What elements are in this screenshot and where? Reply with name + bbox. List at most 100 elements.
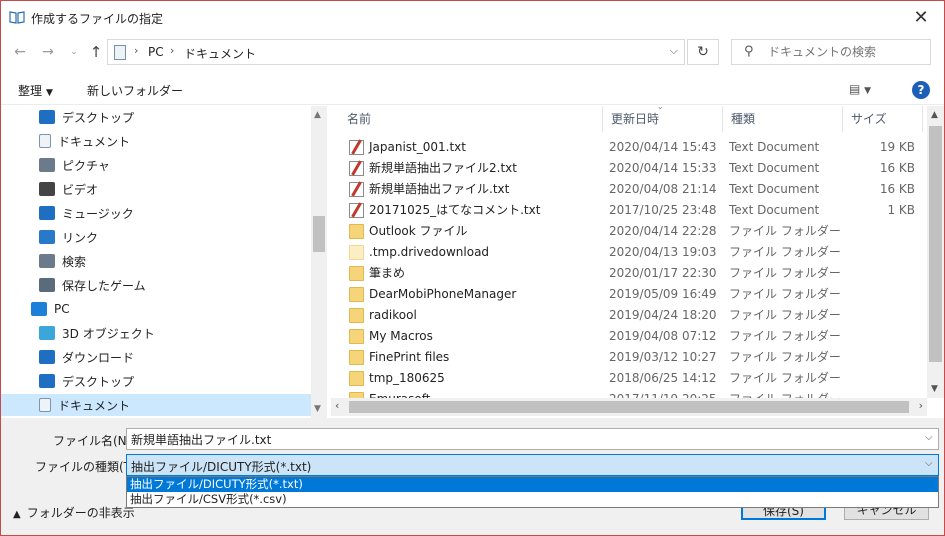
search-icon: ⚲ xyxy=(744,44,754,59)
search-icon xyxy=(39,254,55,268)
hide-folders-button[interactable]: ▲ フォルダーの非表示 xyxy=(13,504,135,521)
file-name: radikool xyxy=(369,308,417,322)
pc-icon xyxy=(31,302,47,316)
nav-item[interactable]: ピクチャ xyxy=(1,154,311,176)
nav-item[interactable]: ビデオ xyxy=(1,178,311,200)
title-bar: 作成するファイルの指定 ✕ xyxy=(1,1,944,33)
nav-item[interactable]: 保存したゲーム xyxy=(1,274,311,296)
file-row[interactable]: DearMobiPhoneManager 2019/05/09 16:49 ファイル… xyxy=(331,284,927,305)
filename-input[interactable]: 新規単語抽出ファイル.txt xyxy=(126,428,939,450)
forward-button[interactable]: → xyxy=(39,43,57,61)
nav-item-label: ミュージック xyxy=(62,206,134,221)
document-icon xyxy=(39,398,51,412)
file-row[interactable]: Emurasoft 2017/11/19 20:25 ファイル フォルダー xyxy=(331,389,927,398)
file-row[interactable]: 20171025_はてなコメント.txt 2017/10/25 23:48 Text… xyxy=(331,200,927,221)
filetype-option[interactable]: 抽出ファイル/CSV形式(*.csv) xyxy=(127,492,938,507)
chevron-down-icon[interactable]: ⌵ xyxy=(925,432,933,443)
address-bar[interactable]: › PC › ドキュメント ⌵ xyxy=(107,39,685,65)
scrollbar-thumb[interactable] xyxy=(313,216,325,252)
column-header-type[interactable]: 種類 xyxy=(723,106,843,132)
filename-label: ファイル名(N): xyxy=(53,434,136,448)
file-list-horizontal-scrollbar[interactable]: ‹ › xyxy=(331,398,927,416)
nav-item-label: ピクチャ xyxy=(62,158,110,173)
file-row[interactable]: My Macros 2019/04/08 07:12 ファイル フォルダー xyxy=(331,326,927,347)
sort-indicator-icon: ⌄ xyxy=(657,106,664,111)
file-row[interactable]: 筆まめ 2020/01/17 22:30 ファイル フォルダー xyxy=(331,263,927,284)
nav-item-label: リンク xyxy=(62,230,99,245)
column-header-name[interactable]: 名前 xyxy=(339,106,603,132)
breadcrumb-pc[interactable]: PC xyxy=(148,45,164,59)
navigation-bar: ← → ⌄ ↑ › PC › ドキュメント ⌵ ↻ ⚲ xyxy=(1,35,944,69)
filetype-select[interactable]: 抽出ファイル/DICUTY形式(*.txt) xyxy=(126,454,939,476)
file-type: Text Document xyxy=(729,203,820,217)
nav-item[interactable]: デスクトップ xyxy=(1,370,311,392)
file-type: Text Document xyxy=(729,140,820,154)
file-name: DearMobiPhoneManager xyxy=(369,287,517,301)
nav-item[interactable]: 3D オブジェクト xyxy=(1,322,311,344)
filetype-option[interactable]: 抽出ファイル/DICUTY形式(*.txt) xyxy=(127,477,938,492)
change-view-button[interactable]: ▤ ▼ xyxy=(849,82,871,96)
column-header-size[interactable]: サイズ xyxy=(843,106,923,132)
file-row[interactable]: Japanist_001.txt 2020/04/14 15:43 Text Doc… xyxy=(331,137,927,158)
text-file-icon xyxy=(349,182,364,197)
nav-item[interactable]: ダウンロード xyxy=(1,346,311,368)
search-input[interactable] xyxy=(766,43,926,61)
nav-item[interactable]: リンク xyxy=(1,226,311,248)
window-title: 作成するファイルの指定 xyxy=(31,12,164,26)
file-row[interactable]: FinePrint files 2019/03/12 10:27 ファイル フォルダ… xyxy=(331,347,927,368)
scroll-down-icon[interactable]: ▼ xyxy=(314,404,321,414)
desktop-icon xyxy=(39,110,55,124)
recent-locations-button[interactable]: ⌄ xyxy=(65,43,83,61)
nav-item[interactable]: ドキュメント xyxy=(1,130,311,152)
breadcrumb-documents[interactable]: ドキュメント xyxy=(184,45,256,62)
folder-icon xyxy=(349,308,364,323)
file-row[interactable]: radikool 2019/04/24 18:20 ファイル フォルダー xyxy=(331,305,927,326)
nav-item[interactable]: PC xyxy=(1,298,311,320)
refresh-button[interactable]: ↻ xyxy=(687,39,719,65)
file-type: ファイル フォルダー xyxy=(729,266,841,280)
help-button[interactable]: ? xyxy=(912,81,930,99)
scroll-left-icon[interactable]: ‹ xyxy=(335,399,339,412)
folder-icon xyxy=(349,266,364,281)
file-row[interactable]: .tmp.drivedownload 2020/04/13 19:03 ファイル フ… xyxy=(331,242,927,263)
chevron-up-icon: ▲ xyxy=(13,509,21,520)
nav-item[interactable]: デスクトップ xyxy=(1,106,311,128)
nav-item[interactable]: ドキュメント xyxy=(1,394,311,416)
scroll-right-icon[interactable]: › xyxy=(919,399,923,412)
scrollbar-thumb[interactable] xyxy=(929,126,942,362)
up-button[interactable]: ↑ xyxy=(87,43,105,61)
back-button[interactable]: ← xyxy=(11,43,29,61)
chevron-down-icon[interactable]: ⌵ xyxy=(925,458,933,469)
file-list-vertical-scrollbar[interactable]: ▲ ▼ xyxy=(927,106,944,398)
file-date: 2020/04/08 21:14 xyxy=(609,182,717,196)
file-size: 16 KB xyxy=(879,161,915,175)
scroll-up-icon[interactable]: ▲ xyxy=(931,110,938,120)
download-icon xyxy=(39,350,55,364)
nav-item-label: デスクトップ xyxy=(62,110,135,125)
file-row[interactable]: tmp_180625 2018/06/25 14:12 ファイル フォルダー xyxy=(331,368,927,389)
game-icon xyxy=(39,278,55,292)
scroll-down-icon[interactable]: ▼ xyxy=(931,384,938,394)
hide-folders-label: フォルダーの非表示 xyxy=(26,506,135,520)
folder-icon xyxy=(349,350,364,365)
nav-item-label: ダウンロード xyxy=(62,350,135,365)
file-type: ファイル フォルダー xyxy=(729,308,841,322)
file-row[interactable]: 新規単語抽出ファイル2.txt 2020/04/14 15:33 Text Docu… xyxy=(331,158,927,179)
text-file-icon xyxy=(349,161,364,176)
scrollbar-thumb[interactable] xyxy=(349,401,909,413)
scroll-up-icon[interactable]: ▲ xyxy=(314,110,321,120)
file-name: My Macros xyxy=(369,329,433,343)
file-date: 2019/03/12 10:27 xyxy=(609,350,717,364)
close-button[interactable]: ✕ xyxy=(898,1,944,33)
file-row[interactable]: Outlook ファイル 2020/04/14 22:28 ファイル フォルダー xyxy=(331,221,927,242)
file-list: 名前 更新日時 種類 サイズ ⌄ Japanist_001.txt 2020/04… xyxy=(331,106,927,398)
navigation-pane-scrollbar[interactable]: ▲ ▼ xyxy=(311,106,327,418)
organize-button[interactable]: 整理 ▼ xyxy=(18,82,53,99)
search-box[interactable]: ⚲ xyxy=(731,39,931,65)
file-row[interactable]: 新規単語抽出ファイル.txt 2020/04/08 21:14 Text Docum… xyxy=(331,179,927,200)
nav-item[interactable]: 検索 xyxy=(1,250,311,272)
new-folder-button[interactable]: 新しいフォルダー xyxy=(87,82,183,99)
file-name: 新規単語抽出ファイル2.txt xyxy=(369,161,517,175)
address-dropdown-icon[interactable]: ⌵ xyxy=(670,44,678,58)
nav-item[interactable]: ミュージック xyxy=(1,202,311,224)
